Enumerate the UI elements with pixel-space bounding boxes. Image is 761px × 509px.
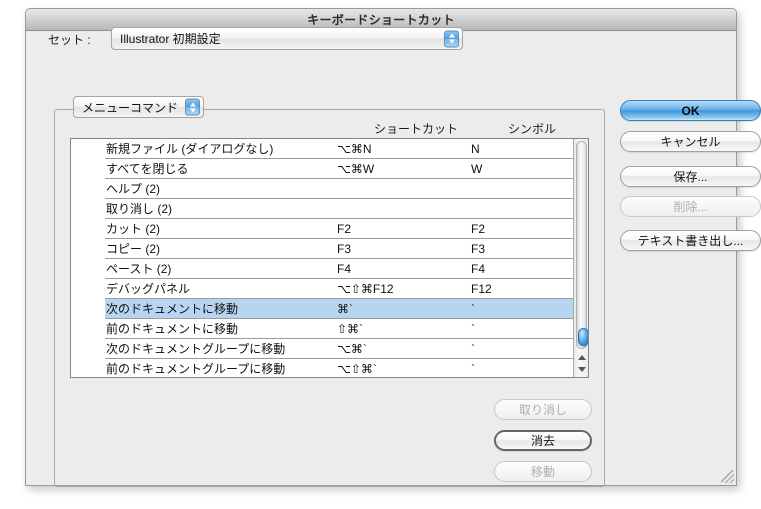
shortcut-rows[interactable]: 新規ファイル (ダイアログなし) ⌥⌘N N すべてを閉じる ⌥⌘W W ヘルプ (2) 取り… xyxy=(105,139,588,377)
row-shortcut[interactable]: ⌥⇧⌘` xyxy=(337,362,471,376)
save-button[interactable]: 保存... xyxy=(620,166,761,187)
triangle-down-icon xyxy=(577,366,586,372)
list-indent-column xyxy=(71,139,105,377)
stepper-updown-icon[interactable] xyxy=(185,98,200,116)
scroll-up-button[interactable] xyxy=(576,351,587,363)
row-symbol[interactable]: ` xyxy=(471,362,588,376)
table-row[interactable]: デバッグパネル ⌥⇧⌘F12 F12 xyxy=(105,279,588,299)
stepper-updown-icon[interactable] xyxy=(444,30,459,47)
row-symbol[interactable]: F3 xyxy=(471,242,588,256)
vertical-scrollbar[interactable] xyxy=(573,139,588,377)
export-text-button[interactable]: テキスト書き出し... xyxy=(620,230,761,251)
clear-button[interactable]: 消去 xyxy=(494,430,592,451)
screenshot-root: キーボードショートカット セット : Illustrator 初期設定 メニュー… xyxy=(0,0,761,509)
command-kind-value: メニューコマンド xyxy=(82,100,179,115)
set-popup-menu[interactable]: Illustrator 初期設定 xyxy=(111,27,463,50)
scroll-down-button[interactable] xyxy=(576,363,587,375)
dialog-title: キーボードショートカット xyxy=(307,13,455,27)
column-header-shortcut: ショートカット xyxy=(374,122,459,136)
row-symbol[interactable]: F2 xyxy=(471,222,588,236)
go-button: 移動 xyxy=(494,461,592,482)
keyboard-shortcuts-dialog: キーボードショートカット セット : Illustrator 初期設定 メニュー… xyxy=(25,8,761,487)
triangle-down-icon xyxy=(189,108,196,112)
row-command-name: 取り消し (2) xyxy=(106,202,173,216)
ok-button[interactable]: OK xyxy=(620,100,761,121)
scrollbar-thumb[interactable] xyxy=(578,328,588,346)
row-command-name: コピー (2) xyxy=(106,242,161,256)
triangle-up-icon xyxy=(448,33,455,38)
row-command-name: カット (2) xyxy=(106,222,161,236)
set-popup-value: Illustrator 初期設定 xyxy=(120,32,221,46)
delete-button: 削除... xyxy=(620,196,761,217)
table-row[interactable]: すべてを閉じる ⌥⌘W W xyxy=(105,159,588,179)
row-command-name: ペースト (2) xyxy=(106,262,172,276)
row-shortcut[interactable]: ⌥⌘W xyxy=(337,162,471,176)
row-symbol[interactable]: N xyxy=(471,142,588,156)
row-shortcut[interactable]: ⇧⌘` xyxy=(337,322,471,336)
row-symbol[interactable]: W xyxy=(471,162,588,176)
scrollbar-track[interactable] xyxy=(576,141,588,349)
triangle-down-icon xyxy=(448,39,455,44)
row-symbol[interactable]: F4 xyxy=(471,262,588,276)
row-command-name: 次のドキュメントに移動 xyxy=(106,302,239,316)
row-symbol[interactable]: ` xyxy=(471,302,588,316)
triangle-up-icon xyxy=(189,102,196,106)
row-shortcut[interactable]: F2 xyxy=(337,222,471,236)
row-shortcut[interactable]: ⌥⌘` xyxy=(337,342,471,356)
row-command-name: デバッグパネル xyxy=(106,282,191,296)
row-shortcut[interactable]: F4 xyxy=(337,262,471,276)
cancel-button[interactable]: キャンセル xyxy=(620,131,761,152)
table-row[interactable]: コピー (2) F3 F3 xyxy=(105,239,588,259)
table-row[interactable]: 新規ファイル (ダイアログなし) ⌥⌘N N xyxy=(105,139,588,159)
column-header-symbol: シンボル xyxy=(508,122,557,136)
triangle-up-icon xyxy=(577,354,586,360)
row-shortcut[interactable]: ⌥⌘N xyxy=(337,142,471,156)
row-symbol[interactable]: F12 xyxy=(471,282,588,296)
resize-grip-icon[interactable] xyxy=(721,470,734,483)
row-command-name: 前のドキュメントに移動 xyxy=(106,322,239,336)
undo-button: 取り消し xyxy=(494,399,592,420)
row-shortcut[interactable]: ⌥⇧⌘F12 xyxy=(337,282,471,296)
table-row[interactable]: ヘルプ (2) xyxy=(105,179,588,199)
table-row[interactable]: 前のドキュメントグループに移動 ⌥⇧⌘` ` xyxy=(105,359,588,377)
row-command-name: 次のドキュメントグループに移動 xyxy=(106,342,286,356)
row-symbol[interactable]: ` xyxy=(471,342,588,356)
row-shortcut[interactable]: F3 xyxy=(337,242,471,256)
row-command-name: 前のドキュメントグループに移動 xyxy=(106,362,286,376)
row-command-name: 新規ファイル (ダイアログなし) xyxy=(106,142,274,156)
table-row[interactable]: 次のドキュメントグループに移動 ⌥⌘` ` xyxy=(105,339,588,359)
row-command-name: ヘルプ (2) xyxy=(106,182,161,196)
row-command-name: すべてを閉じる xyxy=(106,162,189,176)
table-row[interactable]: 取り消し (2) xyxy=(105,199,588,219)
table-row[interactable]: ペースト (2) F4 F4 xyxy=(105,259,588,279)
row-symbol[interactable]: ` xyxy=(471,322,588,336)
command-kind-popup-menu[interactable]: メニューコマンド xyxy=(73,96,204,118)
table-row[interactable]: 次のドキュメントに移動 ⌘` ` xyxy=(105,299,588,319)
set-label: セット : xyxy=(48,33,91,47)
row-shortcut[interactable]: ⌘` xyxy=(337,302,471,316)
table-row[interactable]: カット (2) F2 F2 xyxy=(105,219,588,239)
table-row[interactable]: 前のドキュメントに移動 ⇧⌘` ` xyxy=(105,319,588,339)
shortcut-list[interactable]: 新規ファイル (ダイアログなし) ⌥⌘N N すべてを閉じる ⌥⌘W W ヘルプ (2) 取り… xyxy=(70,138,589,378)
